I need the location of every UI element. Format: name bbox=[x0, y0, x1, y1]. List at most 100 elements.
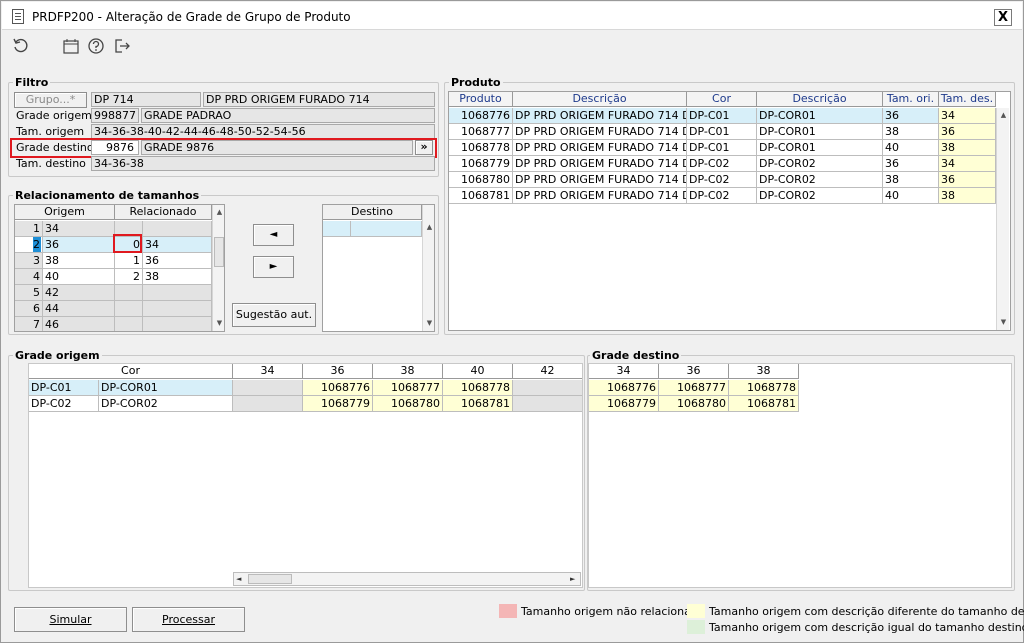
produto-cell[interactable]: 1068779 bbox=[449, 156, 513, 172]
grade-origem-grid[interactable]: Cor 34 36 38 40 42 DP-C01 DP-COR01 1068776 10687… bbox=[28, 363, 583, 588]
tam-des-cell[interactable]: 36 bbox=[939, 172, 996, 188]
origem-cell[interactable]: 36 bbox=[43, 237, 115, 253]
tam-des-cell[interactable]: 38 bbox=[939, 140, 996, 156]
size-40-cell[interactable]: 1068781 bbox=[443, 396, 513, 412]
origem-cell[interactable]: 42 bbox=[43, 285, 115, 301]
undo-icon[interactable] bbox=[12, 37, 30, 55]
relacionamento-scrollbar[interactable]: ▲ ▼ bbox=[212, 205, 224, 331]
size-36-cell[interactable]: 1068777 bbox=[659, 380, 729, 396]
destino-scrollbar[interactable]: ▲ ▼ bbox=[422, 205, 434, 331]
row-number-cell[interactable]: 1 bbox=[15, 221, 43, 237]
col-header-cor-descricao[interactable]: Descrição bbox=[757, 92, 883, 107]
size-38-cell[interactable]: 1068777 bbox=[373, 380, 443, 396]
relacionado-cell[interactable] bbox=[143, 301, 212, 317]
cor-cell[interactable]: DP-C01 bbox=[687, 124, 757, 140]
col-header-produto[interactable]: Produto bbox=[449, 92, 513, 107]
grade-origem-hscrollbar[interactable]: ◄ ► bbox=[233, 572, 581, 586]
tam-ori-cell[interactable]: 40 bbox=[883, 140, 939, 156]
help-icon[interactable] bbox=[87, 37, 105, 55]
origem-cell[interactable]: 34 bbox=[43, 221, 115, 237]
row-number-cell[interactable]: 3 bbox=[15, 253, 43, 269]
cor-descricao-cell[interactable]: DP-COR02 bbox=[757, 156, 883, 172]
col-header-cor[interactable]: Cor bbox=[29, 364, 233, 379]
size-36-cell[interactable]: 1068780 bbox=[659, 396, 729, 412]
produto-descricao-cell[interactable]: DP PRD ORIGEM FURADO 714 DP-C bbox=[513, 172, 687, 188]
scroll-up-arrow[interactable]: ▲ bbox=[998, 110, 1009, 121]
tam-des-cell[interactable]: 36 bbox=[939, 124, 996, 140]
col-header-tam-ori[interactable]: Tam. ori. bbox=[883, 92, 939, 107]
tam-des-cell[interactable]: 38 bbox=[939, 188, 996, 204]
size-34-cell[interactable] bbox=[233, 396, 303, 412]
scroll-down-arrow[interactable]: ▼ bbox=[424, 318, 434, 329]
size-40-cell[interactable]: 1068778 bbox=[443, 380, 513, 396]
origem-cell[interactable]: 38 bbox=[43, 253, 115, 269]
cor-descricao-cell[interactable]: DP-COR01 bbox=[99, 380, 233, 396]
col-header-descricao[interactable]: Descrição bbox=[513, 92, 687, 107]
destino-cell[interactable] bbox=[351, 221, 422, 237]
col-header-relacionado[interactable]: Relacionado bbox=[115, 205, 212, 220]
size-38-cell[interactable]: 1068778 bbox=[729, 380, 799, 396]
col-header-34[interactable]: 34 bbox=[589, 364, 659, 379]
grade-origem-code-field[interactable]: 998877 bbox=[91, 108, 139, 123]
size-38-cell[interactable]: 1068780 bbox=[373, 396, 443, 412]
move-left-button[interactable]: ◄ bbox=[253, 224, 294, 246]
produto-scrollbar[interactable]: ▲ ▼ bbox=[996, 108, 1009, 330]
processar-button[interactable]: Processar bbox=[132, 607, 245, 632]
relacionado-index-cell[interactable]: 1 bbox=[115, 253, 143, 269]
tam-ori-cell[interactable]: 38 bbox=[883, 172, 939, 188]
col-header-cor[interactable]: Cor bbox=[687, 92, 757, 107]
cor-cell[interactable]: DP-C01 bbox=[687, 108, 757, 124]
scroll-down-arrow[interactable]: ▼ bbox=[998, 317, 1009, 328]
destino-grid[interactable]: Destino ▲ ▼ bbox=[322, 204, 435, 332]
relacionado-cell[interactable] bbox=[143, 221, 212, 237]
col-header-tam-des[interactable]: Tam. des. bbox=[939, 92, 996, 107]
size-34-cell[interactable] bbox=[233, 380, 303, 396]
row-number-cell[interactable]: 6 bbox=[15, 301, 43, 317]
row-number-cell[interactable]: 2 bbox=[15, 237, 43, 253]
cor-descricao-cell[interactable]: DP-COR01 bbox=[757, 124, 883, 140]
col-header-36[interactable]: 36 bbox=[303, 364, 373, 379]
size-34-cell[interactable]: 1068779 bbox=[589, 396, 659, 412]
produto-descricao-cell[interactable]: DP PRD ORIGEM FURADO 714 DP-C bbox=[513, 140, 687, 156]
col-header-36[interactable]: 36 bbox=[659, 364, 729, 379]
origem-cell[interactable]: 40 bbox=[43, 269, 115, 285]
scroll-down-arrow[interactable]: ▼ bbox=[214, 318, 224, 329]
produto-cell[interactable]: 1068781 bbox=[449, 188, 513, 204]
tam-ori-cell[interactable]: 36 bbox=[883, 156, 939, 172]
produto-descricao-cell[interactable]: DP PRD ORIGEM FURADO 714 DP-C bbox=[513, 188, 687, 204]
cor-cell[interactable]: DP-C01 bbox=[687, 140, 757, 156]
relacionado-index-cell[interactable] bbox=[115, 285, 143, 301]
cor-cell[interactable]: DP-C02 bbox=[687, 172, 757, 188]
scroll-up-arrow[interactable]: ▲ bbox=[214, 207, 224, 218]
scroll-thumb[interactable] bbox=[248, 574, 292, 584]
col-header-40[interactable]: 40 bbox=[443, 364, 513, 379]
tam-ori-cell[interactable]: 40 bbox=[883, 188, 939, 204]
cor-descricao-cell[interactable]: DP-COR02 bbox=[757, 188, 883, 204]
destino-indicator-cell[interactable] bbox=[323, 221, 351, 237]
size-36-cell[interactable]: 1068776 bbox=[303, 380, 373, 396]
scroll-up-arrow[interactable]: ▲ bbox=[424, 222, 434, 233]
produto-descricao-cell[interactable]: DP PRD ORIGEM FURADO 714 DP-C bbox=[513, 124, 687, 140]
row-number-cell[interactable]: 5 bbox=[15, 285, 43, 301]
size-42-cell[interactable] bbox=[513, 396, 582, 412]
row-number-cell[interactable]: 4 bbox=[15, 269, 43, 285]
produto-descricao-cell[interactable]: DP PRD ORIGEM FURADO 714 DP-C bbox=[513, 108, 687, 124]
col-header-34[interactable]: 34 bbox=[233, 364, 303, 379]
relacionamento-grid[interactable]: Origem Relacionado 1 34 2 36 0 34 3 38 1 36 4 40 2 38… bbox=[14, 204, 225, 332]
relacionado-cell[interactable] bbox=[143, 317, 212, 331]
grade-destino-grid[interactable]: 34 36 38 1068776 1068777 1068778 1068779 10687… bbox=[588, 363, 1012, 588]
close-button[interactable]: X bbox=[994, 9, 1012, 26]
scroll-thumb[interactable] bbox=[214, 237, 224, 267]
cor-cell[interactable]: DP-C02 bbox=[687, 156, 757, 172]
origem-cell[interactable]: 44 bbox=[43, 301, 115, 317]
relacionado-index-cell[interactable] bbox=[115, 301, 143, 317]
tam-des-cell[interactable]: 34 bbox=[939, 108, 996, 124]
sugestao-button[interactable]: Sugestão aut. bbox=[232, 303, 316, 327]
produto-cell[interactable]: 1068777 bbox=[449, 124, 513, 140]
row-number-cell[interactable]: 7 bbox=[15, 317, 43, 331]
calendar-icon[interactable] bbox=[62, 37, 80, 55]
produto-grid[interactable]: Produto Descrição Cor Descrição Tam. ori. Tam… bbox=[448, 91, 1011, 331]
grupo-code-field[interactable]: DP 714 bbox=[91, 92, 201, 107]
relacionado-index-cell[interactable]: 2 bbox=[115, 269, 143, 285]
cor-descricao-cell[interactable]: DP-COR01 bbox=[757, 108, 883, 124]
